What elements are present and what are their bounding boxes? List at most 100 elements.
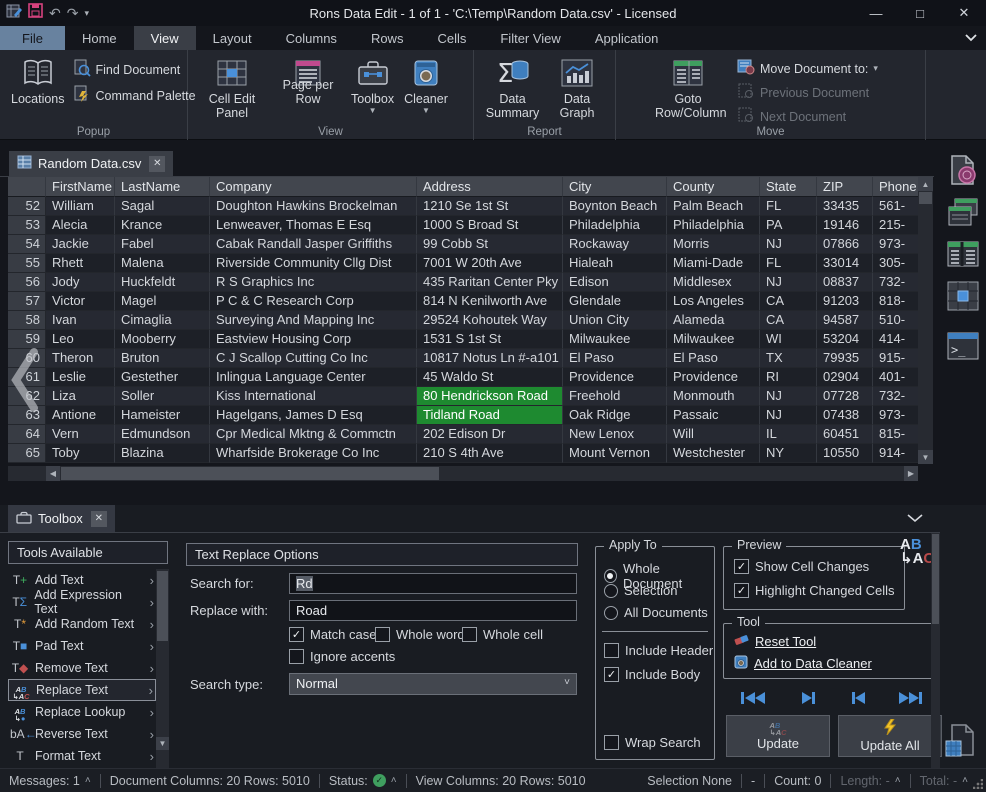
- cell[interactable]: 1000 S Broad St: [417, 216, 563, 235]
- cell[interactable]: FL: [760, 197, 817, 216]
- cell[interactable]: Inlingua Language Center: [210, 368, 417, 387]
- page-per-row-button[interactable]: Page per Row: [270, 54, 346, 108]
- tool-scroll-down-icon[interactable]: ▼: [156, 737, 169, 750]
- cell[interactable]: 510-: [873, 311, 918, 330]
- cell[interactable]: Mount Vernon: [563, 444, 667, 463]
- cell[interactable]: P C & C Research Corp: [210, 292, 417, 311]
- match-case-checkbox[interactable]: Match case: [289, 627, 376, 642]
- cell[interactable]: Liza: [46, 387, 115, 406]
- replace-with-input[interactable]: Road: [289, 600, 577, 621]
- wrap-search-checkbox[interactable]: Wrap Search: [604, 735, 701, 750]
- page-back-chevron-icon[interactable]: [6, 344, 42, 416]
- row-header-54[interactable]: 54: [8, 235, 46, 254]
- ribbon-collapse-icon[interactable]: [964, 30, 978, 48]
- cell[interactable]: Cabak Randall Jasper Griffiths: [210, 235, 417, 254]
- cell[interactable]: Kiss International: [210, 387, 417, 406]
- tool-item-reverse-text[interactable]: bA←Reverse Text›: [8, 723, 156, 745]
- search-type-dropdown[interactable]: Normal ˅: [289, 673, 577, 695]
- cell[interactable]: Glendale: [563, 292, 667, 311]
- column-header-city[interactable]: City: [563, 177, 667, 197]
- cell[interactable]: NJ: [760, 235, 817, 254]
- cell[interactable]: Edison: [563, 273, 667, 292]
- cell[interactable]: Providence: [563, 368, 667, 387]
- cell[interactable]: CA: [760, 311, 817, 330]
- menu-tab-view[interactable]: View: [134, 26, 196, 50]
- cell[interactable]: Palm Beach: [667, 197, 760, 216]
- data-graph-button[interactable]: Data Graph: [545, 54, 609, 122]
- cell[interactable]: 45 Waldo St: [417, 368, 563, 387]
- cell[interactable]: Monmouth: [667, 387, 760, 406]
- goto-row-column-button[interactable]: Goto Row/Column: [650, 54, 726, 122]
- document-tab[interactable]: Random Data.csv ✕: [8, 150, 174, 176]
- find-document-button[interactable]: Find Document: [70, 58, 199, 81]
- cell[interactable]: 1210 Se 1st St: [417, 197, 563, 216]
- undo-icon[interactable]: ↶: [49, 5, 61, 22]
- tool-item-remove-text[interactable]: T◆Remove Text›: [8, 657, 156, 679]
- show-cell-changes-checkbox[interactable]: Show Cell Changes: [734, 559, 869, 574]
- cell[interactable]: Union City: [563, 311, 667, 330]
- grid-corner[interactable]: [8, 177, 46, 197]
- cell[interactable]: 914-: [873, 444, 918, 463]
- cell[interactable]: 7001 W 20th Ave: [417, 254, 563, 273]
- cell[interactable]: Rhett: [46, 254, 115, 273]
- cell[interactable]: Toby: [46, 444, 115, 463]
- include-header-checkbox[interactable]: Include Header: [604, 643, 713, 658]
- scroll-down-icon[interactable]: ▼: [918, 450, 933, 464]
- split-table-icon[interactable]: [947, 238, 979, 270]
- panel-scrollbar[interactable]: [931, 533, 940, 768]
- cell[interactable]: Alecia: [46, 216, 115, 235]
- next-match-icon[interactable]: [800, 690, 816, 711]
- cell[interactable]: Cimaglia: [115, 311, 210, 330]
- horizontal-scroll-thumb[interactable]: [61, 467, 439, 480]
- previous-document-button[interactable]: Previous Document: [734, 82, 881, 103]
- cell[interactable]: El Paso: [667, 349, 760, 368]
- cell[interactable]: 973-: [873, 235, 918, 254]
- cell[interactable]: Victor: [46, 292, 115, 311]
- panel-collapse-icon[interactable]: [906, 511, 924, 529]
- menu-tab-home[interactable]: Home: [65, 26, 134, 50]
- status-indicator[interactable]: Status: ✓ ˄: [320, 774, 406, 788]
- resize-grip[interactable]: [973, 779, 983, 789]
- cell[interactable]: 202 Edison Dr: [417, 425, 563, 444]
- command-palette-button[interactable]: Command Palette: [70, 84, 199, 107]
- tool-expand-chevron-icon[interactable]: ›: [150, 705, 154, 720]
- column-header-firstname[interactable]: FirstName: [46, 177, 115, 197]
- row-header-65[interactable]: 65: [8, 444, 46, 463]
- tool-expand-chevron-icon[interactable]: ›: [150, 617, 154, 632]
- tool-item-add-expression-text[interactable]: TΣAdd Expression Text›: [8, 591, 156, 613]
- cell[interactable]: 305-: [873, 254, 918, 273]
- cell[interactable]: 94587: [817, 311, 873, 330]
- cell[interactable]: WI: [760, 330, 817, 349]
- status-messages[interactable]: Messages: 1 ˄: [0, 774, 100, 788]
- highlight-changed-cells-checkbox[interactable]: Highlight Changed Cells: [734, 583, 894, 598]
- column-header-county[interactable]: County: [667, 177, 760, 197]
- vertical-scroll-thumb[interactable]: [919, 192, 932, 204]
- cell[interactable]: El Paso: [563, 349, 667, 368]
- cell[interactable]: 732-: [873, 387, 918, 406]
- cell[interactable]: Milwaukee: [563, 330, 667, 349]
- cell[interactable]: 435 Raritan Center Pky: [417, 273, 563, 292]
- cell[interactable]: Milwaukee: [667, 330, 760, 349]
- cell[interactable]: 10550: [817, 444, 873, 463]
- cell[interactable]: 19146: [817, 216, 873, 235]
- cell[interactable]: Vern: [46, 425, 115, 444]
- console-icon[interactable]: >_: [947, 330, 979, 362]
- save-icon[interactable]: [28, 3, 43, 23]
- cell[interactable]: Alameda: [667, 311, 760, 330]
- toolbox-tab-close-icon[interactable]: ✕: [91, 511, 107, 527]
- cell[interactable]: IL: [760, 425, 817, 444]
- column-header-phone[interactable]: Phone: [873, 177, 918, 197]
- tool-expand-chevron-icon[interactable]: ›: [150, 595, 154, 610]
- cell[interactable]: 07728: [817, 387, 873, 406]
- cell[interactable]: 210 S 4th Ave: [417, 444, 563, 463]
- cell[interactable]: Jody: [46, 273, 115, 292]
- cell[interactable]: 401-: [873, 368, 918, 387]
- cell[interactable]: FL: [760, 254, 817, 273]
- update-all-button[interactable]: Update All: [838, 715, 942, 757]
- cell[interactable]: Soller: [115, 387, 210, 406]
- cell[interactable]: Krance: [115, 216, 210, 235]
- cell[interactable]: 915-: [873, 349, 918, 368]
- scroll-left-icon[interactable]: ◀: [46, 466, 60, 481]
- tool-item-replace-lookup[interactable]: AB↳●Replace Lookup›: [8, 701, 156, 723]
- row-header-64[interactable]: 64: [8, 425, 46, 444]
